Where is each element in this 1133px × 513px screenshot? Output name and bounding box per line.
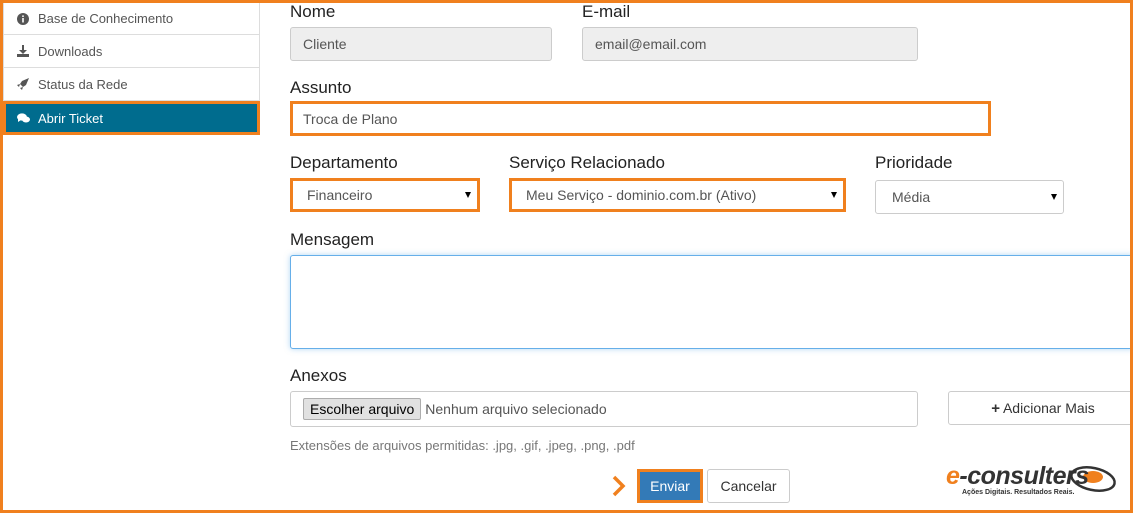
logo: e-consulters Ações Digitais. Resultados … xyxy=(946,462,1122,502)
file-input[interactable]: Escolher arquivo Nenhum arquivo selecion… xyxy=(290,391,918,427)
choose-file-button[interactable]: Escolher arquivo xyxy=(303,398,422,420)
priority-label: Prioridade xyxy=(875,153,953,172)
ticket-form: Nome Cliente E-mail email@email.com Assu… xyxy=(290,0,1133,513)
service-label: Serviço Relacionado xyxy=(509,153,665,172)
department-value: Financeiro xyxy=(307,187,373,203)
info-circle-icon xyxy=(16,12,30,25)
sidebar-item-label: Abrir Ticket xyxy=(38,110,104,126)
caret-down-icon xyxy=(1051,194,1057,200)
priority-select[interactable]: Média xyxy=(875,180,1064,214)
caret-down-icon xyxy=(831,192,837,198)
service-value: Meu Serviço - dominio.com.br (Ativo) xyxy=(526,187,757,203)
sidebar-item-downloads[interactable]: Downloads xyxy=(3,35,260,68)
caret-down-icon xyxy=(465,192,471,198)
service-select[interactable]: Meu Serviço - dominio.com.br (Ativo) xyxy=(509,178,846,212)
rocket-icon xyxy=(16,78,30,90)
message-textarea[interactable] xyxy=(290,255,1133,349)
name-label: Nome xyxy=(290,2,336,21)
send-button[interactable]: Enviar xyxy=(637,469,703,503)
sidebar-item-abrir-ticket[interactable]: Abrir Ticket xyxy=(3,101,260,135)
file-status: Nenhum arquivo selecionado xyxy=(425,401,607,417)
chevron-right-icon xyxy=(612,475,626,497)
message-label: Mensagem xyxy=(290,230,375,249)
download-icon xyxy=(16,45,30,57)
comments-icon xyxy=(16,112,30,124)
logo-text: e-consulters xyxy=(946,462,1089,490)
subject-input[interactable]: Troca de Plano xyxy=(290,101,991,136)
sidebar-item-status-rede[interactable]: Status da Rede xyxy=(3,68,260,101)
plus-icon: + xyxy=(991,399,1000,417)
logo-tagline: Ações Digitais. Resultados Reais. xyxy=(962,489,1075,496)
email-field: email@email.com xyxy=(582,27,918,61)
sidebar-item-label: Downloads xyxy=(38,43,103,59)
sidebar: Base de Conhecimento Downloads Status da… xyxy=(3,3,260,135)
department-label: Departamento xyxy=(290,153,398,172)
subject-label: Assunto xyxy=(290,78,352,97)
department-select[interactable]: Financeiro xyxy=(290,178,480,212)
allowed-extensions-help: Extensões de arquivos permitidas: .jpg, … xyxy=(290,438,635,453)
attachments-label: Anexos xyxy=(290,366,347,385)
add-more-label: Adicionar Mais xyxy=(1002,400,1095,416)
email-label: E-mail xyxy=(582,2,631,21)
add-more-button[interactable]: + Adicionar Mais xyxy=(948,391,1133,425)
cancel-button[interactable]: Cancelar xyxy=(707,469,790,503)
sidebar-item-label: Status da Rede xyxy=(38,76,128,92)
priority-value: Média xyxy=(892,189,931,205)
sidebar-item-base-conhecimento[interactable]: Base de Conhecimento xyxy=(3,3,260,35)
name-field: Cliente xyxy=(290,27,552,61)
sidebar-item-label: Base de Conhecimento xyxy=(38,11,174,26)
